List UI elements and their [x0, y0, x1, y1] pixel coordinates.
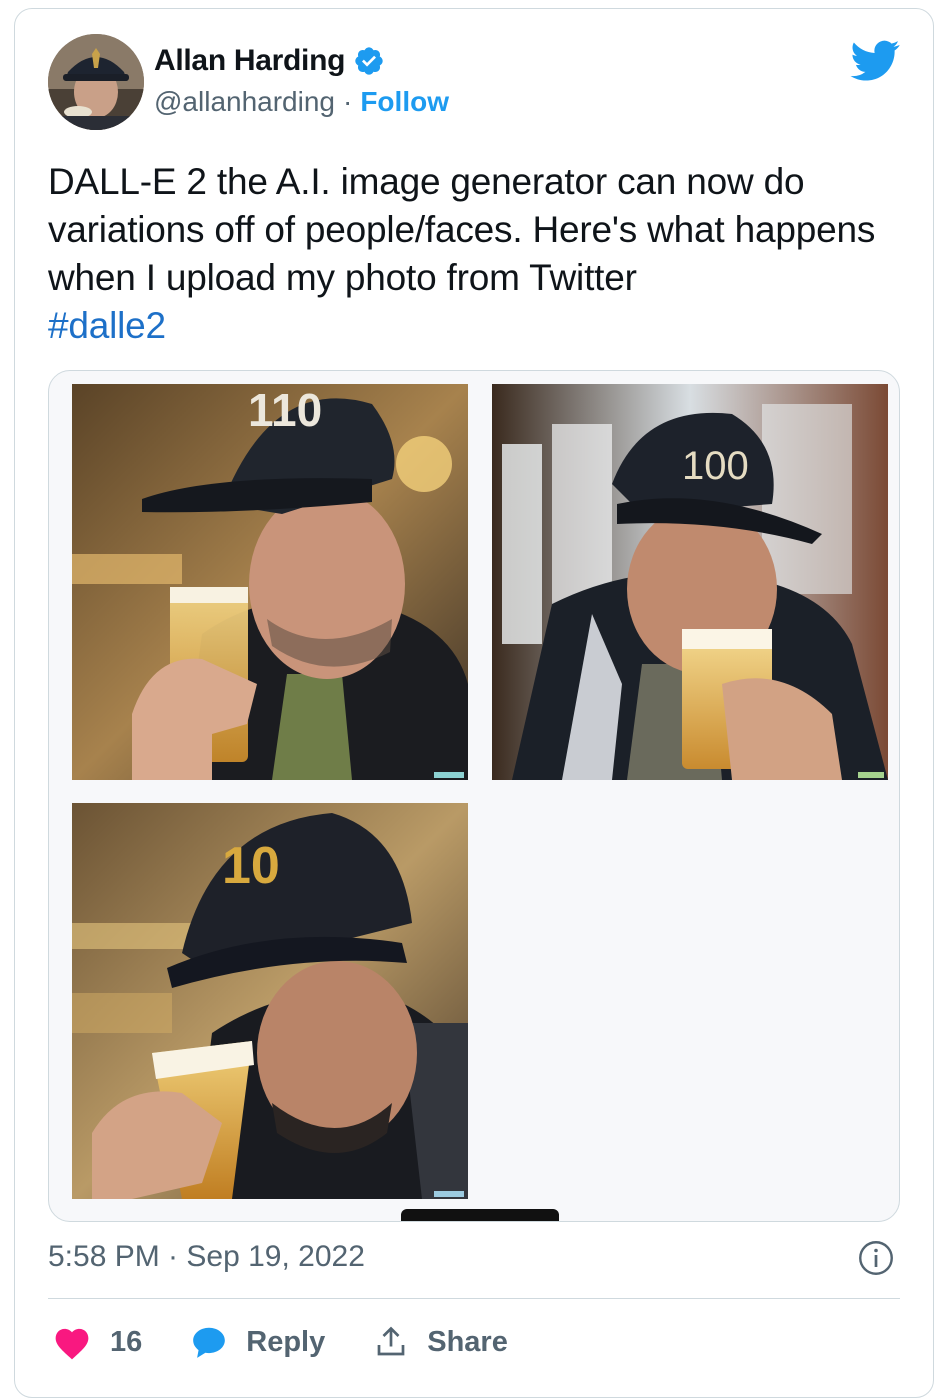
media-grid: 110 100 10	[48, 370, 900, 1222]
author-handle[interactable]: @allanharding	[154, 86, 335, 118]
cap-text-1: 110	[248, 384, 322, 436]
twitter-bird-icon[interactable]	[850, 40, 900, 82]
like-count: 16	[110, 1325, 143, 1358]
author-handle-row: @allanharding · Follow	[154, 86, 449, 118]
author-display-name[interactable]: Allan Harding	[154, 44, 345, 78]
info-icon[interactable]	[858, 1240, 894, 1276]
avatar[interactable]	[48, 34, 144, 130]
author-name-row: Allan Harding	[154, 44, 385, 78]
reply-label: Reply	[246, 1325, 326, 1358]
verified-badge-icon	[355, 47, 383, 75]
media-image-1[interactable]: 110	[72, 384, 468, 780]
follow-button[interactable]: Follow	[360, 86, 449, 118]
tweet-timestamp[interactable]: 5:58 PM · Sep 19, 2022	[48, 1240, 365, 1274]
share-label: Share	[427, 1325, 508, 1358]
share-icon	[377, 1326, 405, 1356]
divider	[48, 1298, 900, 1299]
media-image-3[interactable]: 10	[72, 803, 468, 1199]
hashtag-link[interactable]: #dalle2	[48, 302, 898, 350]
cap-text-3: 10	[222, 837, 280, 895]
share-button[interactable]: Share	[373, 1324, 508, 1360]
tweet-text: DALL-E 2 the A.I. image generator can no…	[48, 158, 898, 350]
action-bar: 16 Reply Share	[52, 1318, 556, 1366]
cap-text-2: 100	[682, 444, 749, 488]
separator-dot: ·	[343, 86, 353, 117]
like-button[interactable]: 16	[52, 1324, 142, 1360]
heart-icon	[55, 1328, 89, 1360]
media-image-2[interactable]: 100	[492, 384, 888, 780]
reply-bubble-icon	[193, 1327, 226, 1358]
reply-button[interactable]: Reply	[190, 1324, 325, 1360]
media-overlay-pill	[401, 1209, 559, 1221]
tweet-body: DALL-E 2 the A.I. image generator can no…	[48, 161, 876, 298]
